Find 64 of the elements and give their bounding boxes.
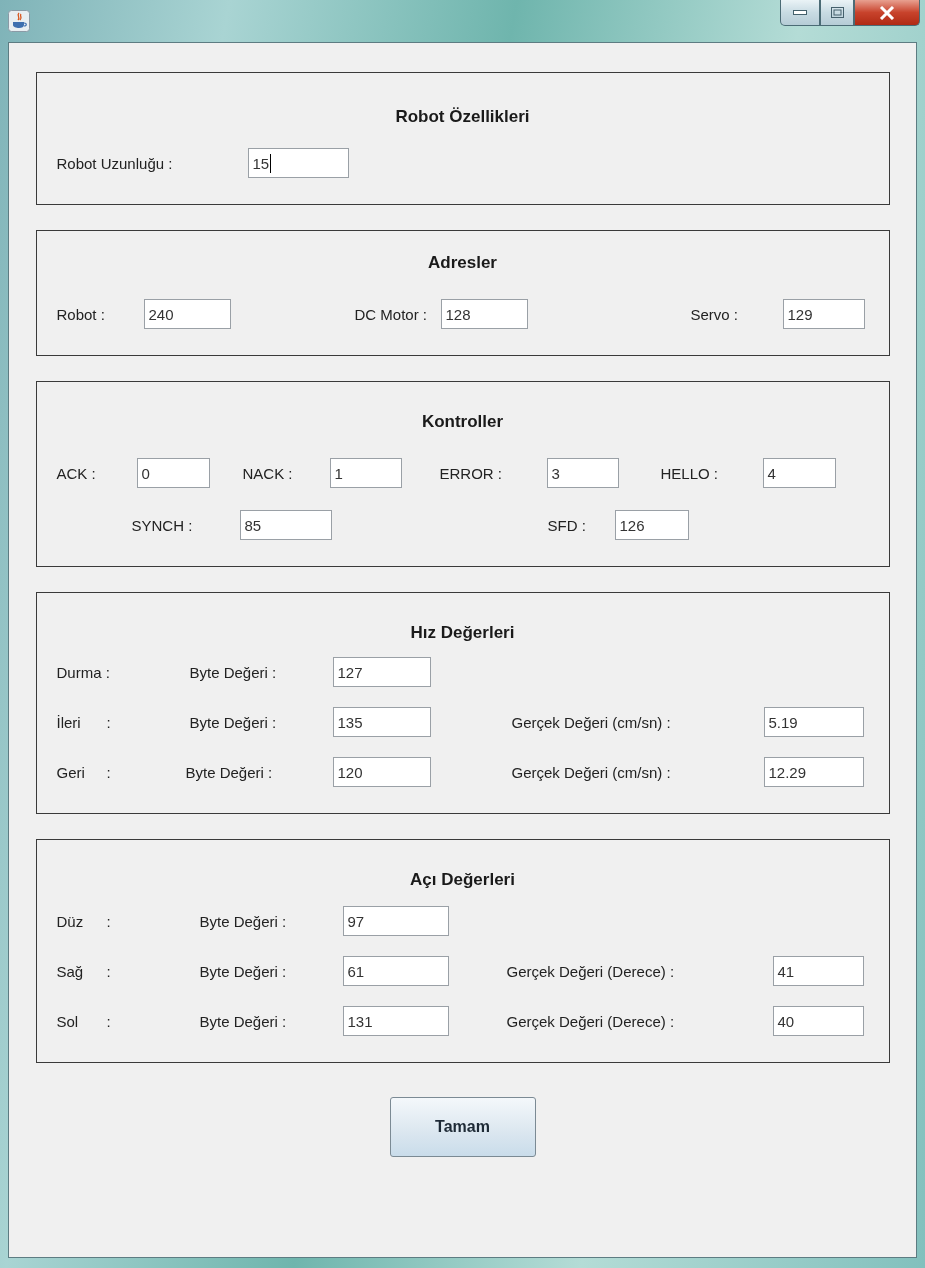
ok-button[interactable]: Tamam: [389, 1097, 536, 1157]
text-field[interactable]: 129: [782, 299, 865, 329]
separator-label: :: [106, 912, 112, 930]
text-field[interactable]: 4: [762, 458, 836, 488]
cup-icon: [8, 10, 30, 32]
field-label: Sağ: [56, 962, 85, 980]
text-field[interactable]: 1: [329, 458, 402, 488]
field-label: NACK :: [242, 464, 294, 482]
text-field[interactable]: 128: [440, 299, 528, 329]
field-label: SYNCH :: [131, 516, 194, 534]
text-field[interactable]: 12.29: [763, 757, 864, 787]
field-label: Gerçek Değeri (Derece) :: [506, 1012, 676, 1030]
text-field[interactable]: 85: [239, 510, 332, 540]
separator-label: :: [106, 763, 112, 781]
field-label: Gerçek Değeri (cm/sn) :: [511, 763, 672, 781]
panel-title: Robot Özellikleri: [394, 107, 531, 127]
field-label: Düz: [56, 912, 85, 930]
field-label: Servo :: [690, 305, 740, 323]
panel-title: Kontroller: [420, 412, 505, 432]
panel-title: Açı Değerleri: [409, 870, 516, 890]
field-label: Robot Uzunluğu :: [56, 154, 174, 172]
text-field[interactable]: 41: [772, 956, 864, 986]
panel-title: Adresler: [427, 253, 498, 273]
text-field[interactable]: 126: [614, 510, 689, 540]
text-field[interactable]: 135: [332, 707, 431, 737]
close-button[interactable]: [854, 0, 920, 26]
text-field[interactable]: 5.19: [763, 707, 864, 737]
field-label: Byte Değeri :: [199, 912, 288, 930]
field-label: Byte Değeri :: [185, 763, 274, 781]
text-field[interactable]: 120: [332, 757, 431, 787]
separator-label: :: [106, 713, 112, 731]
text-field[interactable]: 40: [772, 1006, 864, 1036]
close-icon: [879, 5, 895, 20]
separator-label: :: [106, 1012, 112, 1030]
field-label: ERROR :: [439, 464, 503, 482]
text-field[interactable]: 15: [247, 148, 349, 178]
field-label: Byte Değeri :: [189, 663, 278, 681]
text-field[interactable]: 127: [332, 657, 431, 687]
field-label: İleri: [56, 713, 82, 731]
text-field[interactable]: 0: [136, 458, 210, 488]
field-label: Byte Değeri :: [199, 1012, 288, 1030]
text-field[interactable]: 3: [546, 458, 619, 488]
maximize-icon: [830, 7, 844, 18]
text-field[interactable]: 97: [342, 906, 449, 936]
text-field[interactable]: 61: [342, 956, 449, 986]
maximize-button[interactable]: [820, 0, 854, 26]
minimize-button[interactable]: [780, 0, 820, 26]
field-label: Gerçek Değeri (Derece) :: [506, 962, 676, 980]
field-label: Robot :: [56, 305, 106, 323]
field-label: Byte Değeri :: [189, 713, 278, 731]
panel-title: Hız Değerleri: [409, 623, 516, 643]
separator-label: :: [106, 962, 112, 980]
text-field[interactable]: 131: [342, 1006, 449, 1036]
text-field[interactable]: 240: [143, 299, 231, 329]
field-label: Gerçek Değeri (cm/sn) :: [511, 713, 672, 731]
field-label: HELLO :: [660, 464, 720, 482]
field-label: ACK :: [56, 464, 97, 482]
minimize-icon: [793, 10, 807, 15]
field-label: DC Motor :: [354, 305, 428, 323]
field-label: Durma :: [56, 663, 111, 681]
field-label: Geri: [56, 763, 86, 781]
field-label: Sol: [56, 1012, 80, 1030]
field-label: Byte Değeri :: [199, 962, 288, 980]
field-label: SFD :: [547, 516, 587, 534]
